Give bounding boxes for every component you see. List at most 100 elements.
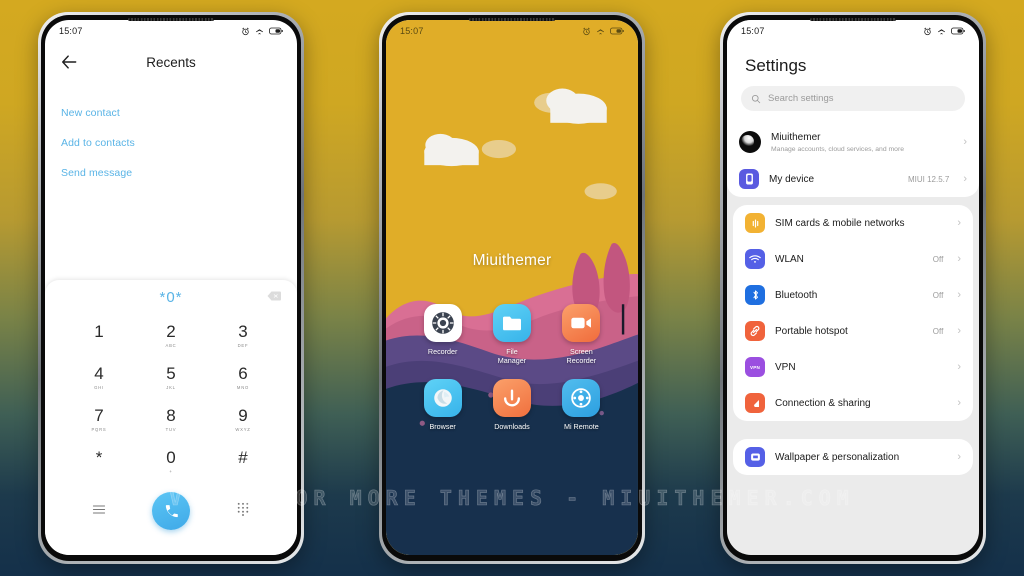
status-time: 15:07 <box>59 26 83 36</box>
app-mi-remote[interactable]: Mi Remote <box>547 379 616 431</box>
key-digit: 3 <box>238 321 248 341</box>
app-label: File Manager <box>497 347 527 365</box>
wallpaper-icon <box>745 447 765 467</box>
settings-row-sim-cards[interactable]: SIM cards & mobile networks › <box>733 205 973 241</box>
row-text: Bluetooth <box>775 289 923 302</box>
settings-row-portable-hotspot[interactable]: Portable hotspot Off › <box>733 313 973 349</box>
recorder-icon <box>423 304 462 342</box>
app-label: Mi Remote <box>563 422 599 431</box>
link-new-contact[interactable]: New contact <box>61 98 281 128</box>
key-letters: DEF <box>237 342 249 348</box>
settings-group-network: SIM cards & mobile networks › WLAN Off ›… <box>733 205 973 421</box>
key-4[interactable]: 4 GHI <box>63 356 135 398</box>
search-wrapper: Search settings <box>727 86 979 123</box>
mi-remote-icon <box>562 379 601 417</box>
row-text: VPN <box>775 361 933 374</box>
row-title: WLAN <box>775 253 804 265</box>
phone-middle: 15:07 Miuithemer Recorder File Manager S… <box>379 12 645 564</box>
settings-row-miuithemer[interactable]: Miuithemer Manage accounts, cloud servic… <box>727 123 979 161</box>
contact-action-list: New contact Add to contacts Send message <box>45 82 297 188</box>
row-text: Connection & sharing <box>775 397 933 410</box>
key-digit: 7 <box>94 405 104 425</box>
browser-icon <box>423 379 462 417</box>
my-device-icon <box>739 169 759 189</box>
vpn-icon: VPN <box>745 357 765 377</box>
key-letters: PQRS <box>91 426 107 432</box>
screen-recorder-icon <box>562 304 601 342</box>
earpiece-speaker-icon <box>469 18 555 21</box>
app-downloads[interactable]: Downloads <box>477 379 546 431</box>
key-digit: 6 <box>238 363 248 383</box>
bluetooth-icon <box>745 285 765 305</box>
key-8[interactable]: 8 TUV <box>135 398 207 440</box>
key-3[interactable]: 3 DEF <box>207 314 279 356</box>
call-button[interactable] <box>152 492 190 530</box>
downloads-icon <box>492 379 531 417</box>
app-label: Browser <box>429 422 456 431</box>
row-text: SIM cards & mobile networks <box>775 217 933 230</box>
key-1[interactable]: 1 <box>63 314 135 356</box>
status-bar-left: 15:07 <box>45 20 297 42</box>
link-add-to-contacts[interactable]: Add to contacts <box>61 128 281 158</box>
alarm-icon <box>924 27 931 35</box>
chevron-right-icon: › <box>957 288 961 301</box>
key-0[interactable]: 0 + <box>135 440 207 482</box>
key-letters: ABC <box>165 342 177 348</box>
key-star[interactable]: * <box>63 440 135 482</box>
settings-row-connection-sharing[interactable]: Connection & sharing › <box>733 385 973 421</box>
settings-row-wlan[interactable]: WLAN Off › <box>733 241 973 277</box>
row-title: Miuithemer <box>771 132 821 143</box>
phone-middle-screen: 15:07 Miuithemer Recorder File Manager S… <box>386 20 638 555</box>
key-letters: JKL <box>166 384 176 390</box>
search-icon <box>751 94 761 103</box>
airplane-mode-icon <box>256 28 263 34</box>
sim-card-icon <box>745 213 765 233</box>
key-digit: 8 <box>166 405 176 425</box>
key-5[interactable]: 5 JKL <box>135 356 207 398</box>
file-manager-icon <box>492 304 531 342</box>
search-input[interactable]: Search settings <box>741 86 965 111</box>
row-title: SIM cards & mobile networks <box>775 217 905 229</box>
alarm-icon <box>583 27 590 35</box>
dialpad-panel: *0* 1 2 ABC 3 DEF 4 GHI 5 JKL 6 MNO 7 PQ… <box>45 280 297 555</box>
row-text: My device <box>769 173 898 186</box>
page-title: Recents <box>146 54 196 70</box>
chevron-right-icon: › <box>957 360 961 373</box>
phone-left-body: 15:07 Recents New contact Add to contact… <box>41 15 301 561</box>
status-bar-middle: 15:07 <box>386 20 638 42</box>
app-recorder[interactable]: Recorder <box>408 304 477 365</box>
row-text: Wallpaper & personalization <box>775 451 933 464</box>
dialed-number: *0* <box>159 288 183 306</box>
key-9[interactable]: 9 WXYZ <box>207 398 279 440</box>
settings-row-wallpaper[interactable]: Wallpaper & personalization › <box>733 439 973 475</box>
settings-group-account: Miuithemer Manage accounts, cloud servic… <box>727 123 979 197</box>
airplane-mode-icon <box>938 28 945 34</box>
backspace-icon[interactable] <box>267 288 281 306</box>
row-text: Miuithemer Manage accounts, cloud servic… <box>771 131 953 153</box>
settings-page-title: Settings <box>727 42 979 86</box>
portable-hotspot-icon <box>745 321 765 341</box>
key-6[interactable]: 6 MNO <box>207 356 279 398</box>
app-screen-recorder[interactable]: Screen Recorder <box>547 304 616 365</box>
link-send-message[interactable]: Send message <box>61 158 281 188</box>
settings-row-vpn[interactable]: VPN VPN › <box>733 349 973 385</box>
battery-icon <box>610 27 624 35</box>
key-2[interactable]: 2 ABC <box>135 314 207 356</box>
settings-row-my-device[interactable]: My device MIUI 12.5.7 › <box>727 161 979 197</box>
wlan-icon <box>745 249 765 269</box>
app-browser[interactable]: Browser <box>408 379 477 431</box>
app-file-manager[interactable]: File Manager <box>477 304 546 365</box>
dialed-number-row: *0* <box>45 280 297 314</box>
settings-row-bluetooth[interactable]: Bluetooth Off › <box>733 277 973 313</box>
menu-icon[interactable] <box>92 502 106 520</box>
key-letters: + <box>169 468 173 474</box>
app-label: Downloads <box>494 422 530 431</box>
key-7[interactable]: 7 PQRS <box>63 398 135 440</box>
keypad-icon[interactable] <box>237 502 249 521</box>
call-icon <box>165 504 178 517</box>
alarm-icon <box>242 27 249 35</box>
row-title: My device <box>769 173 815 185</box>
row-value: Off <box>932 254 944 264</box>
row-title: Portable hotspot <box>775 325 848 337</box>
key-hash[interactable]: # <box>207 440 279 482</box>
